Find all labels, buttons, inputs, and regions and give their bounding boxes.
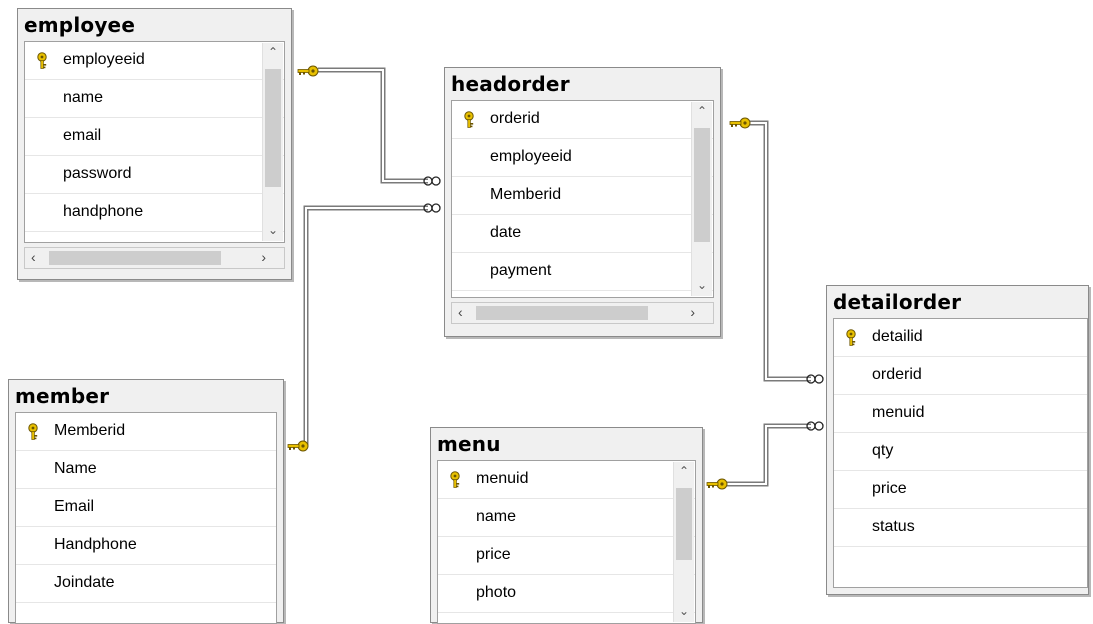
column-row[interactable]: date (452, 215, 713, 253)
column-row[interactable]: password (25, 156, 284, 194)
column-name: email (63, 127, 102, 144)
vertical-scrollbar[interactable]: ⌃ ⌄ (673, 462, 694, 622)
column-name: name (476, 508, 517, 525)
scroll-up-icon[interactable]: ⌃ (263, 45, 283, 59)
key-icon (297, 65, 319, 77)
column-name: detailid (872, 328, 923, 345)
column-name: status (872, 518, 915, 535)
column-row[interactable]: menuid (438, 461, 695, 499)
scroll-left-icon[interactable]: ‹ (31, 249, 36, 265)
relationship-member-headorder[interactable] (303, 205, 428, 445)
column-row[interactable]: payment (452, 253, 713, 291)
column-name: Handphone (54, 536, 137, 553)
key-icon (706, 478, 728, 490)
table-title: member (15, 384, 110, 408)
column-list: orderid employeeid Memberid date payment (451, 100, 714, 298)
column-name: Memberid (54, 422, 126, 439)
relationship-employee-headorder[interactable] (318, 67, 428, 184)
table-headorder[interactable]: headorder orderid employeeid Memberid date p… (444, 67, 721, 337)
scroll-down-icon[interactable]: ⌄ (263, 223, 283, 237)
table-title: menu (437, 432, 501, 456)
scroll-down-icon[interactable]: ⌄ (692, 278, 712, 292)
scrollbar-thumb[interactable] (476, 306, 648, 320)
relationship-menu-detailorder[interactable] (722, 423, 811, 487)
primary-key-icon (26, 423, 40, 446)
primary-key-icon (448, 471, 462, 494)
column-row[interactable]: status (834, 509, 1087, 547)
scroll-up-icon[interactable]: ⌃ (674, 464, 694, 478)
table-detailorder[interactable]: detailorder detailid orderid menuid qty pric… (826, 285, 1089, 595)
column-row[interactable]: orderid (452, 101, 713, 139)
column-name: payment (490, 262, 552, 279)
column-name: Email (54, 498, 95, 515)
column-name: menuid (476, 470, 529, 487)
column-row[interactable]: detailid (834, 319, 1087, 357)
column-name: password (63, 165, 132, 182)
column-row[interactable]: qty (834, 433, 1087, 471)
table-title: headorder (451, 72, 570, 96)
column-row[interactable]: employeeid (452, 139, 713, 177)
horizontal-scrollbar[interactable]: ‹ › (451, 302, 714, 324)
column-name: qty (872, 442, 894, 459)
key-icon (287, 440, 309, 452)
column-row[interactable]: employeeid (25, 42, 284, 80)
key-icon (729, 117, 751, 129)
scrollbar-thumb[interactable] (676, 488, 692, 560)
column-name: employeeid (490, 148, 572, 165)
column-row[interactable]: Handphone (16, 527, 276, 565)
scroll-right-icon[interactable]: › (261, 249, 266, 265)
column-row[interactable]: handphone (25, 194, 284, 232)
column-row[interactable]: name (438, 499, 695, 537)
column-row[interactable]: email (25, 118, 284, 156)
column-row[interactable]: price (438, 537, 695, 575)
column-list: menuid name price photo (437, 460, 696, 624)
column-name: Name (54, 460, 97, 477)
column-row[interactable]: menuid (834, 395, 1087, 433)
primary-key-icon (844, 329, 858, 352)
scroll-down-icon[interactable]: ⌄ (674, 604, 694, 618)
scrollbar-thumb[interactable] (694, 128, 710, 242)
scrollbar-thumb[interactable] (49, 251, 221, 265)
column-name: photo (476, 584, 517, 601)
column-name: menuid (872, 404, 925, 421)
table-employee[interactable]: employee employeeid name email password hand… (17, 8, 292, 280)
column-list: Memberid Name Email Handphone Joindate (15, 412, 277, 624)
table-title: detailorder (833, 290, 962, 314)
horizontal-scrollbar[interactable]: ‹ › (24, 247, 285, 269)
vertical-scrollbar[interactable]: ⌃ ⌄ (691, 102, 712, 296)
column-row[interactable]: Memberid (16, 413, 276, 451)
vertical-scrollbar[interactable]: ⌃ ⌄ (262, 43, 283, 241)
column-name: handphone (63, 203, 144, 220)
column-row[interactable]: Memberid (452, 177, 713, 215)
column-name: date (490, 224, 522, 241)
column-row[interactable]: photo (438, 575, 695, 613)
column-row[interactable]: orderid (834, 357, 1087, 395)
column-name: price (872, 480, 907, 497)
column-name: orderid (872, 366, 922, 383)
column-row[interactable]: Email (16, 489, 276, 527)
column-name: price (476, 546, 511, 563)
table-menu[interactable]: menu menuid name price photo ⌃ ⌄ (430, 427, 703, 624)
column-list: detailid orderid menuid qty price status (833, 318, 1088, 588)
primary-key-icon (462, 111, 476, 134)
table-title: employee (24, 13, 136, 37)
column-name: orderid (490, 110, 540, 127)
column-row[interactable]: name (25, 80, 284, 118)
scroll-up-icon[interactable]: ⌃ (692, 104, 712, 118)
table-member[interactable]: member Memberid Name Email Handphone Joindat… (8, 379, 284, 624)
column-row[interactable]: Name (16, 451, 276, 489)
column-name: Joindate (54, 574, 115, 591)
scroll-right-icon[interactable]: › (690, 304, 695, 320)
column-name: employeeid (63, 51, 145, 68)
relationship-headorder-detailorder[interactable] (750, 120, 811, 382)
primary-key-icon (35, 52, 49, 75)
column-list: employeeid name email password handphone (24, 41, 285, 243)
column-row[interactable]: Joindate (16, 565, 276, 603)
scrollbar-thumb[interactable] (265, 69, 281, 187)
column-name: name (63, 89, 104, 106)
column-name: Memberid (490, 186, 562, 203)
column-row[interactable]: price (834, 471, 1087, 509)
scroll-left-icon[interactable]: ‹ (458, 304, 463, 320)
